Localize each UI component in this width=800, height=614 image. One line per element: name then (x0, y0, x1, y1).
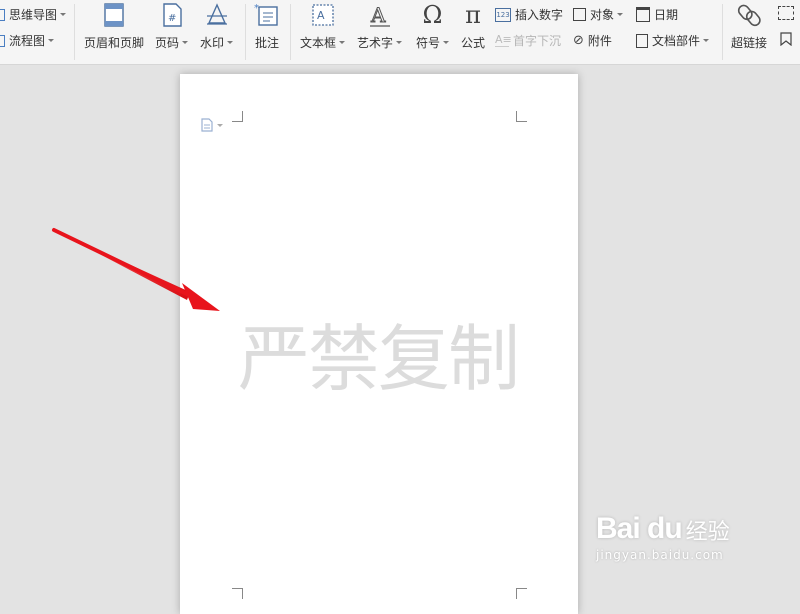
chevron-down-icon (443, 41, 450, 44)
svg-text:A: A (317, 9, 325, 22)
header-footer-button[interactable]: 页眉和页脚 (84, 2, 144, 51)
baidu-cn-text: 经验 (685, 520, 730, 545)
baidu-logo-text: Bai du (596, 512, 683, 545)
page-number-icon: # (162, 3, 182, 27)
header-footer-icon (104, 3, 124, 27)
pi-icon: π (465, 1, 481, 29)
flowchart-icon (0, 34, 5, 47)
comment-label: 批注 (254, 36, 279, 50)
formula-label: 公式 (461, 36, 486, 50)
page-number-label: 页码 (155, 36, 180, 50)
chevron-down-icon (396, 41, 403, 44)
document-page[interactable]: 严禁复制 (180, 74, 578, 614)
svg-text:*: * (254, 3, 259, 14)
calendar-icon (636, 7, 650, 22)
bookmark-icon (780, 32, 792, 46)
textbox-button[interactable]: A 文本框 (300, 2, 346, 51)
object-label: 对象 (590, 8, 615, 22)
object-icon (573, 8, 586, 21)
wordart-button[interactable]: A 艺术字 (357, 2, 403, 51)
chevron-down-icon (617, 13, 624, 16)
formula-button[interactable]: π 公式 (461, 2, 485, 51)
link-icon (737, 4, 761, 27)
wordart-label: 艺术字 (357, 36, 394, 50)
svg-text:#: # (168, 13, 176, 24)
textbox-label: 文本框 (300, 36, 337, 50)
paperclip-icon: ⊘ (573, 33, 584, 48)
separator (74, 4, 75, 60)
baidu-watermark: Bai du 经验 jingyan.baidu.com (596, 512, 730, 562)
doc-parts-button[interactable]: 文档部件 (636, 32, 710, 49)
comment-button[interactable]: * 批注 (254, 2, 280, 51)
dropcap-button[interactable]: A≡ 首字下沉 (495, 32, 561, 49)
wordart-icon: A (369, 3, 390, 28)
watermark-button[interactable]: 水印 (200, 2, 234, 51)
dropcap-icon: A≡ (495, 33, 512, 47)
date-label: 日期 (654, 8, 679, 22)
svg-text:A: A (370, 3, 386, 27)
chevron-down-icon (60, 13, 67, 16)
insert-number-label: 插入数字 (515, 8, 564, 22)
dropcap-label: 首字下沉 (513, 34, 562, 48)
chevron-down-icon (339, 41, 346, 44)
comment-icon: * (254, 3, 278, 26)
symbol-button[interactable]: Ω 符号 (416, 1, 450, 51)
flowchart-label: 流程图 (9, 34, 46, 48)
chevron-down-icon (703, 39, 710, 42)
watermark-icon (206, 3, 227, 25)
omega-icon: Ω (422, 1, 443, 29)
insert-number-button[interactable]: 123 插入数字 (495, 6, 563, 23)
date-button[interactable]: 日期 (636, 6, 678, 23)
crop-mark-top-left (232, 111, 243, 122)
chevron-down-icon (227, 41, 234, 44)
page-options-icon[interactable] (200, 118, 223, 132)
crop-mark-top-right (516, 111, 527, 122)
crossref-button[interactable] (778, 6, 794, 20)
chevron-down-icon (217, 123, 223, 127)
mindmap-icon (0, 8, 5, 21)
insert-number-icon: 123 (495, 7, 511, 22)
watermark-text: 严禁复制 (238, 317, 520, 401)
hyperlink-button[interactable]: 超链接 (731, 2, 767, 51)
header-footer-label: 页眉和页脚 (84, 36, 145, 50)
chevron-down-icon (48, 39, 55, 42)
object-button[interactable]: 对象 (573, 6, 624, 23)
textbox-icon: A (311, 4, 334, 26)
crop-mark-bottom-left (232, 588, 243, 599)
page-number-button[interactable]: # 页码 (155, 2, 189, 51)
mindmap-button[interactable]: 思维导图 (0, 6, 67, 23)
bookmark-button[interactable] (780, 32, 792, 46)
attachment-button[interactable]: ⊘ 附件 (573, 32, 612, 49)
watermark-label: 水印 (200, 36, 225, 50)
symbol-label: 符号 (416, 36, 441, 50)
document-icon (201, 118, 213, 132)
separator (245, 4, 246, 60)
hyperlink-label: 超链接 (731, 36, 768, 50)
crop-mark-bottom-right (516, 588, 527, 599)
separator (290, 4, 291, 60)
doc-parts-icon (636, 33, 648, 48)
chevron-down-icon (182, 41, 189, 44)
attachment-label: 附件 (587, 34, 612, 48)
flowchart-button[interactable]: 流程图 (0, 32, 55, 49)
crossref-icon (778, 6, 794, 20)
separator (722, 4, 723, 60)
baidu-url: jingyan.baidu.com (596, 548, 724, 562)
ribbon-toolbar: 思维导图 流程图 页眉和页脚 # 页码 水印 * 批注 A 文本框 A 艺术字 … (0, 0, 800, 65)
doc-parts-label: 文档部件 (652, 34, 701, 48)
mindmap-label: 思维导图 (9, 8, 58, 22)
